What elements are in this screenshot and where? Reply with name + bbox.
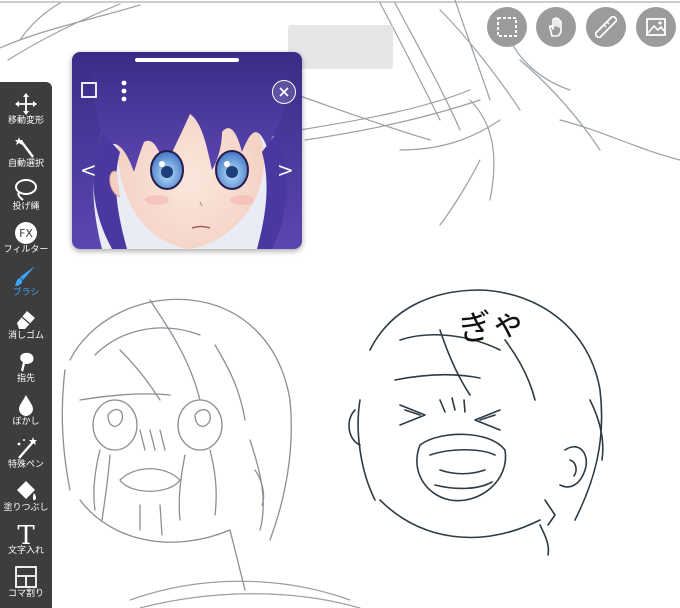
hand-icon [548,17,562,37]
tool-label: 文字入れ [7,546,44,556]
tool-label: 移動変形 [7,116,44,126]
tool-smudge[interactable]: 指先 [0,350,52,393]
tool-label: ぼかし [12,417,40,427]
ruler-icon [595,16,617,38]
svg-text:FX: FX [19,227,33,240]
selection-icon [497,17,517,37]
tool-blur[interactable]: ぼかし [0,393,52,436]
text-icon: T [17,522,35,546]
tool-eraser[interactable]: 消しゴム [0,307,52,350]
special-pen-icon [17,437,37,459]
tool-label: 投げ縄 [12,202,40,212]
hand-button[interactable] [536,7,576,47]
tool-label: コマ割り [7,589,44,599]
window-drag-handle[interactable] [135,58,239,62]
tool-frame-divide[interactable]: コマ割り [0,565,52,608]
tool-fill[interactable]: 塗りつぶし [0,479,52,522]
reference-image-window[interactable]: < > [72,52,302,249]
fx-icon: FX [15,222,37,244]
tool-auto-select[interactable]: 自動選択 [0,135,52,178]
tool-label: 塗りつぶし [3,503,49,513]
top-info-strip [288,25,393,69]
window-menu-button[interactable] [120,80,128,102]
bucket-icon [17,481,37,501]
square-icon [81,82,97,98]
image-button[interactable] [636,7,676,47]
eraser-icon [17,311,35,329]
tool-text[interactable]: T 文字入れ [0,522,52,565]
selection-button[interactable] [487,7,527,47]
prev-image-button[interactable]: < [80,158,97,182]
ruler-button[interactable] [586,7,626,47]
tool-label: 消しゴム [7,331,44,341]
reference-image [72,52,302,249]
window-close-button[interactable] [272,80,296,104]
frame-divide-icon [15,566,37,588]
more-vertical-icon [121,80,127,102]
lasso-icon [15,179,37,201]
tool-palette: 移動変形 自動選択 投げ縄 FX フィルター ブラシ 消しゴム 指先 ぼかし 特… [0,82,52,608]
tool-label: 指先 [16,374,35,384]
window-square-toggle[interactable] [81,82,97,98]
tool-label: フィルター [3,245,49,255]
svg-text:T: T [17,522,35,546]
smudge-icon [20,352,34,372]
move-icon [15,93,37,115]
tool-label: 自動選択 [7,159,44,169]
brush-icon [15,266,35,286]
close-icon [279,87,289,97]
tool-move-transform[interactable]: 移動変形 [0,92,52,135]
magic-wand-icon [15,137,34,158]
tool-special-pen[interactable]: 特殊ペン [0,436,52,479]
next-image-button[interactable]: > [277,158,294,182]
blur-drop-icon [19,395,33,416]
tool-brush[interactable]: ブラシ [0,264,52,307]
handwritten-text: ぎゃ [456,302,528,351]
tool-filter[interactable]: FX フィルター [0,221,52,264]
tool-lasso[interactable]: 投げ縄 [0,178,52,221]
tool-label: 特殊ペン [7,460,44,470]
tool-label: ブラシ [12,288,40,298]
image-icon [646,18,666,36]
